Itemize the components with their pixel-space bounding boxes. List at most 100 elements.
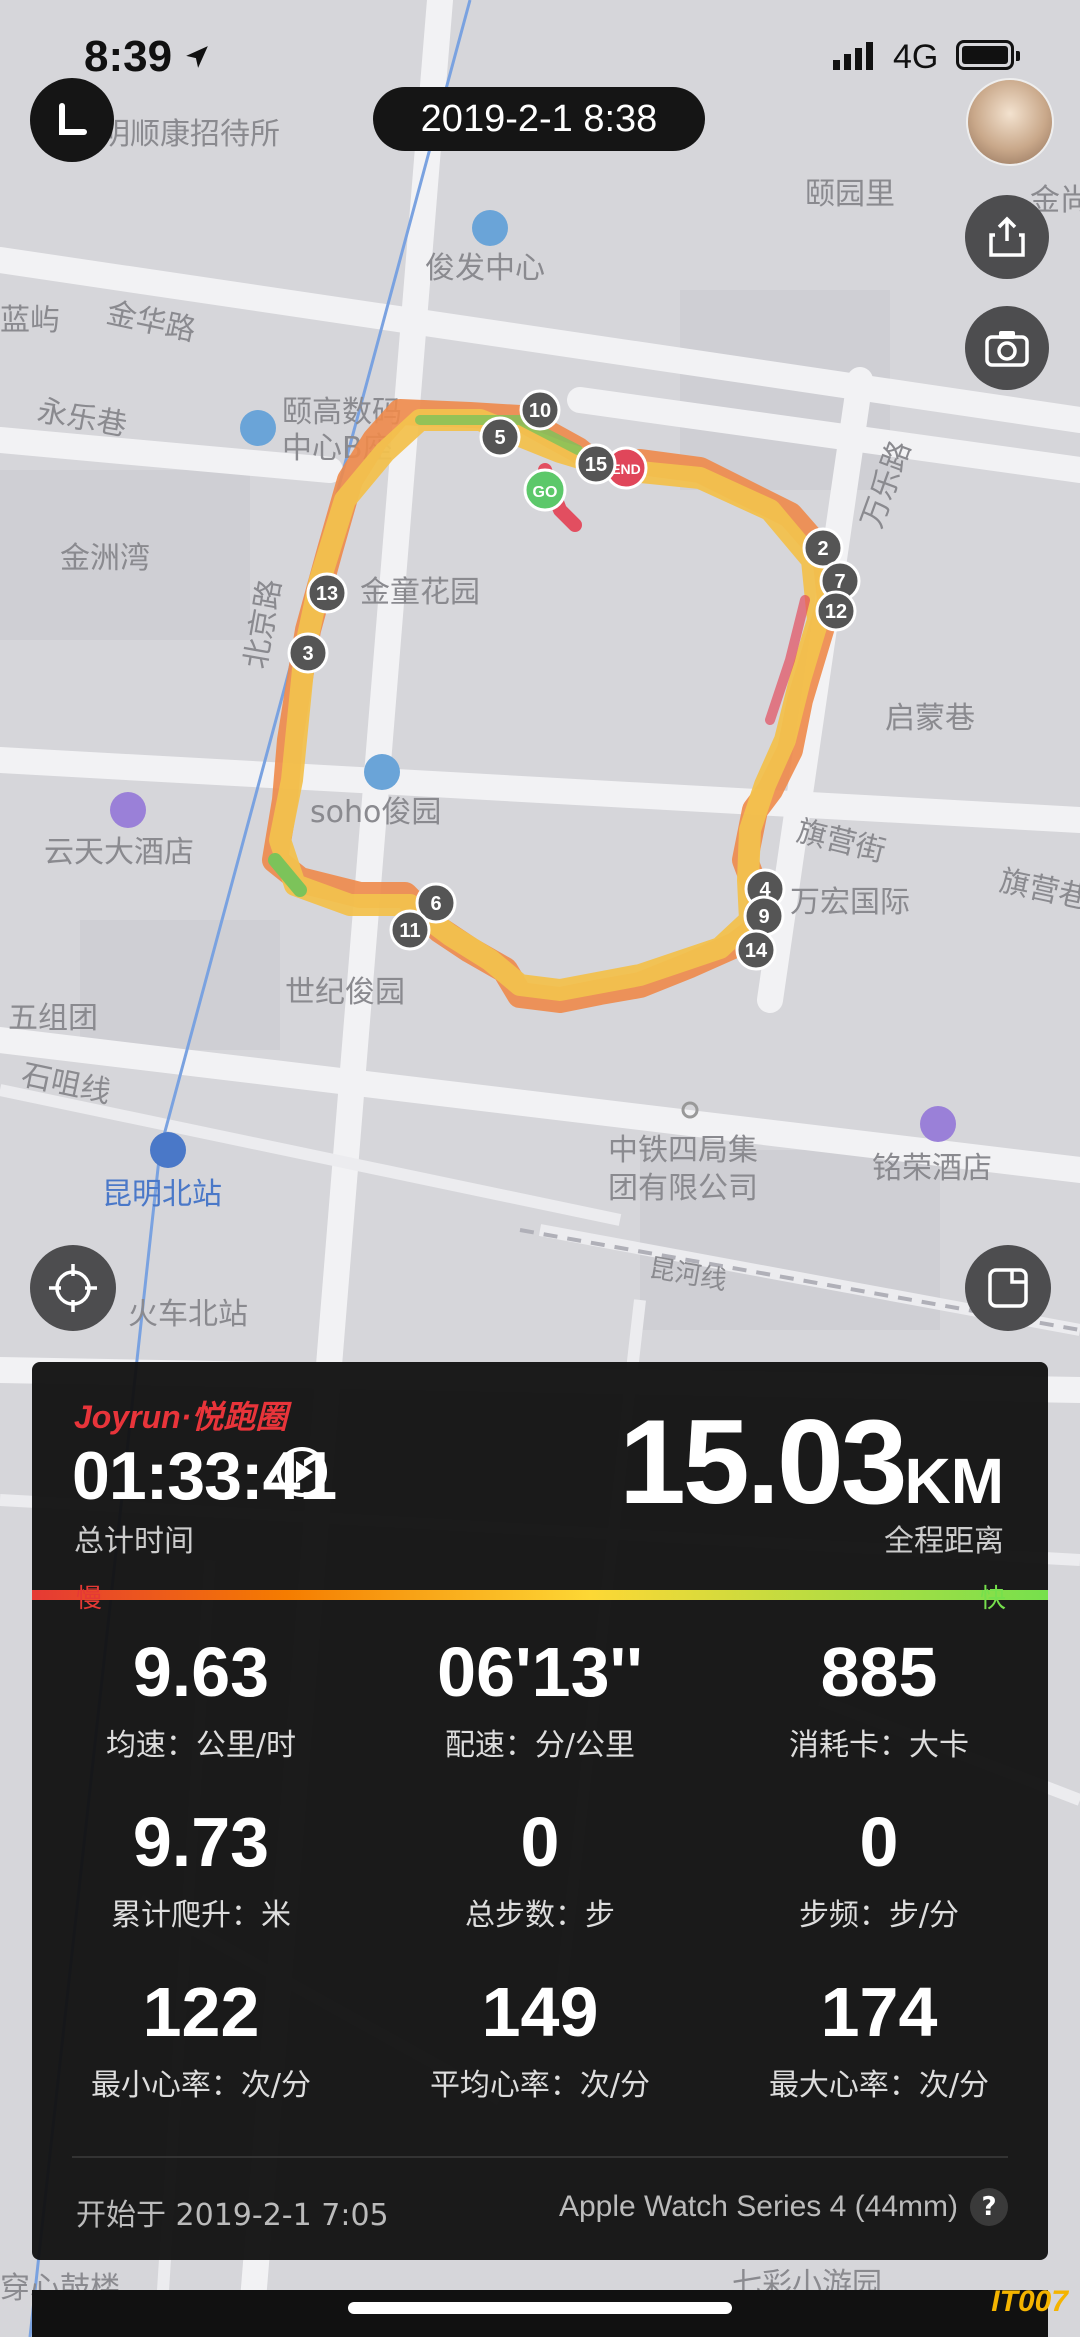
map-label: 明顺康招待所	[100, 117, 280, 152]
poi-hotel-icon	[110, 792, 146, 828]
km-marker-label: 12	[825, 601, 847, 623]
map-label: 万宏国际	[790, 885, 910, 920]
stat-value: 149	[481, 1973, 599, 2051]
map-layers-button[interactable]	[965, 1245, 1051, 1331]
back-button[interactable]	[30, 78, 114, 162]
poi-station-icon	[150, 1132, 186, 1168]
km-marker-label: 13	[316, 583, 338, 605]
home-indicator[interactable]	[348, 2302, 732, 2314]
km-marker-label: 7	[834, 571, 845, 593]
camera-icon	[985, 331, 1029, 367]
stat-label: 累计爬升：米	[111, 1898, 291, 1933]
map-label: 颐园里	[805, 177, 895, 212]
km-marker-label: 9	[758, 906, 769, 928]
stat-label: 最小心率：次/分	[90, 2068, 312, 2103]
km-marker-label: 4	[759, 879, 771, 901]
locate-icon	[49, 1264, 97, 1312]
stat-label: 配速：分/公里	[444, 1728, 636, 1763]
map-label: 铭荣酒店	[872, 1151, 992, 1186]
stat-steps: 0 总步数：步	[371, 1802, 709, 1934]
map-label: 金洲湾	[60, 541, 150, 576]
share-icon	[989, 216, 1025, 257]
km-marker-label: 6	[430, 893, 441, 915]
map-label: 中铁四局集	[608, 1133, 758, 1168]
battery-icon	[956, 40, 1020, 70]
user-avatar[interactable]	[966, 78, 1054, 166]
stat-value: 9.63	[132, 1633, 270, 1711]
km-marker-label: 14	[745, 940, 768, 962]
map-label: 世纪俊园	[285, 975, 405, 1010]
share-button[interactable]	[965, 195, 1049, 279]
km-marker-label: 2	[817, 538, 828, 560]
stat-min-hr: 122 最小心率：次/分	[32, 1972, 370, 2104]
map-label: 蓝屿	[0, 303, 60, 338]
divider	[72, 2156, 1008, 2158]
poi-building-icon	[472, 210, 508, 246]
stat-label: 步频：步/分	[798, 1898, 960, 1933]
fast-label: 快	[979, 1584, 1006, 1614]
stat-value: 174	[820, 1973, 938, 2051]
km-marker-label: 3	[302, 643, 313, 665]
play-icon[interactable]	[276, 1446, 328, 1498]
run-summary-panel: Joyrun·悦跑圈 01:33:41 总计时间 15.03KM 全程距离 慢 …	[32, 1362, 1048, 2260]
stat-value: 06'13''	[437, 1633, 643, 1711]
signal-icon	[833, 42, 877, 70]
distance-label: 全程距离	[884, 1524, 1004, 1559]
map-label: soho俊园	[310, 795, 441, 830]
run-date-pill: 2019-2-1 8:38	[373, 87, 705, 151]
stat-pace: 06'13'' 配速：分/公里	[371, 1632, 709, 1764]
route-start-marker: GO	[523, 468, 567, 512]
layers-icon	[988, 1268, 1028, 1308]
stat-value: 0	[859, 1803, 899, 1881]
km-marker-label: 11	[399, 920, 420, 942]
stat-calories: 885 消耗卡：大卡	[710, 1632, 1048, 1764]
distance-unit: KM	[904, 1445, 1004, 1517]
help-icon[interactable]: ?	[970, 2188, 1008, 2226]
stat-label: 消耗卡：大卡	[789, 1728, 969, 1763]
stat-label: 最大心率：次/分	[768, 2068, 990, 2103]
map-label: 五组团	[8, 1001, 98, 1036]
map-label: 启蒙巷	[885, 701, 975, 736]
poi-hotel-icon	[920, 1106, 956, 1142]
stat-max-hr: 174 最大心率：次/分	[710, 1972, 1048, 2104]
map-label: 火车北站	[128, 1297, 248, 1332]
camera-button[interactable]	[965, 306, 1049, 390]
km-marker-label: 15	[585, 454, 607, 476]
stat-value: 9.73	[132, 1803, 270, 1881]
network-type: 4G	[893, 38, 939, 76]
brand-logo: Joyrun·悦跑圈	[74, 1399, 288, 1435]
duration-label: 总计时间	[74, 1524, 194, 1559]
map-label: 俊发中心	[425, 251, 545, 286]
poi-building-icon	[240, 410, 276, 446]
locate-button[interactable]	[30, 1245, 116, 1331]
start-time: 开始于 2019-2-1 7:05	[76, 2198, 389, 2233]
location-arrow-icon	[186, 46, 208, 68]
route-marker-label: GO	[533, 484, 558, 501]
pace-gradient-bar	[32, 1590, 1048, 1600]
stat-value: 122	[142, 1973, 260, 2051]
stat-label: 均速：公里/时	[105, 1728, 297, 1763]
km-marker-label: 5	[494, 427, 505, 449]
stat-cadence: 0 步频：步/分	[710, 1802, 1048, 1934]
stat-avg-speed: 9.63 均速：公里/时	[32, 1632, 370, 1764]
map-label: 云天大酒店	[44, 835, 194, 870]
stat-value: 885	[820, 1633, 938, 1711]
device-name: Apple Watch Series 4 (44mm)	[558, 2190, 958, 2223]
stat-avg-hr: 149 平均心率：次/分	[371, 1972, 709, 2104]
poi-building-icon	[364, 754, 400, 790]
stat-label: 平均心率：次/分	[429, 2068, 651, 2103]
watermark: IT007	[991, 2285, 1068, 2318]
km-marker-label: 10	[529, 400, 551, 422]
map-label: 金童花园	[360, 575, 480, 610]
map-label: 团有限公司	[608, 1171, 758, 1206]
stat-value: 0	[520, 1803, 560, 1881]
map-label: 昆明北站	[102, 1177, 222, 1212]
back-icon	[59, 103, 87, 135]
distance-value: 15.03	[619, 1395, 907, 1529]
slow-label: 慢	[76, 1584, 103, 1614]
status-bar: 8:39 4G	[0, 30, 1080, 90]
status-time: 8:39	[84, 32, 173, 81]
stat-label: 总步数：步	[465, 1898, 615, 1933]
stat-elevation: 9.73 累计爬升：米	[32, 1802, 370, 1934]
total-distance: 15.03KM	[619, 1402, 1004, 1522]
